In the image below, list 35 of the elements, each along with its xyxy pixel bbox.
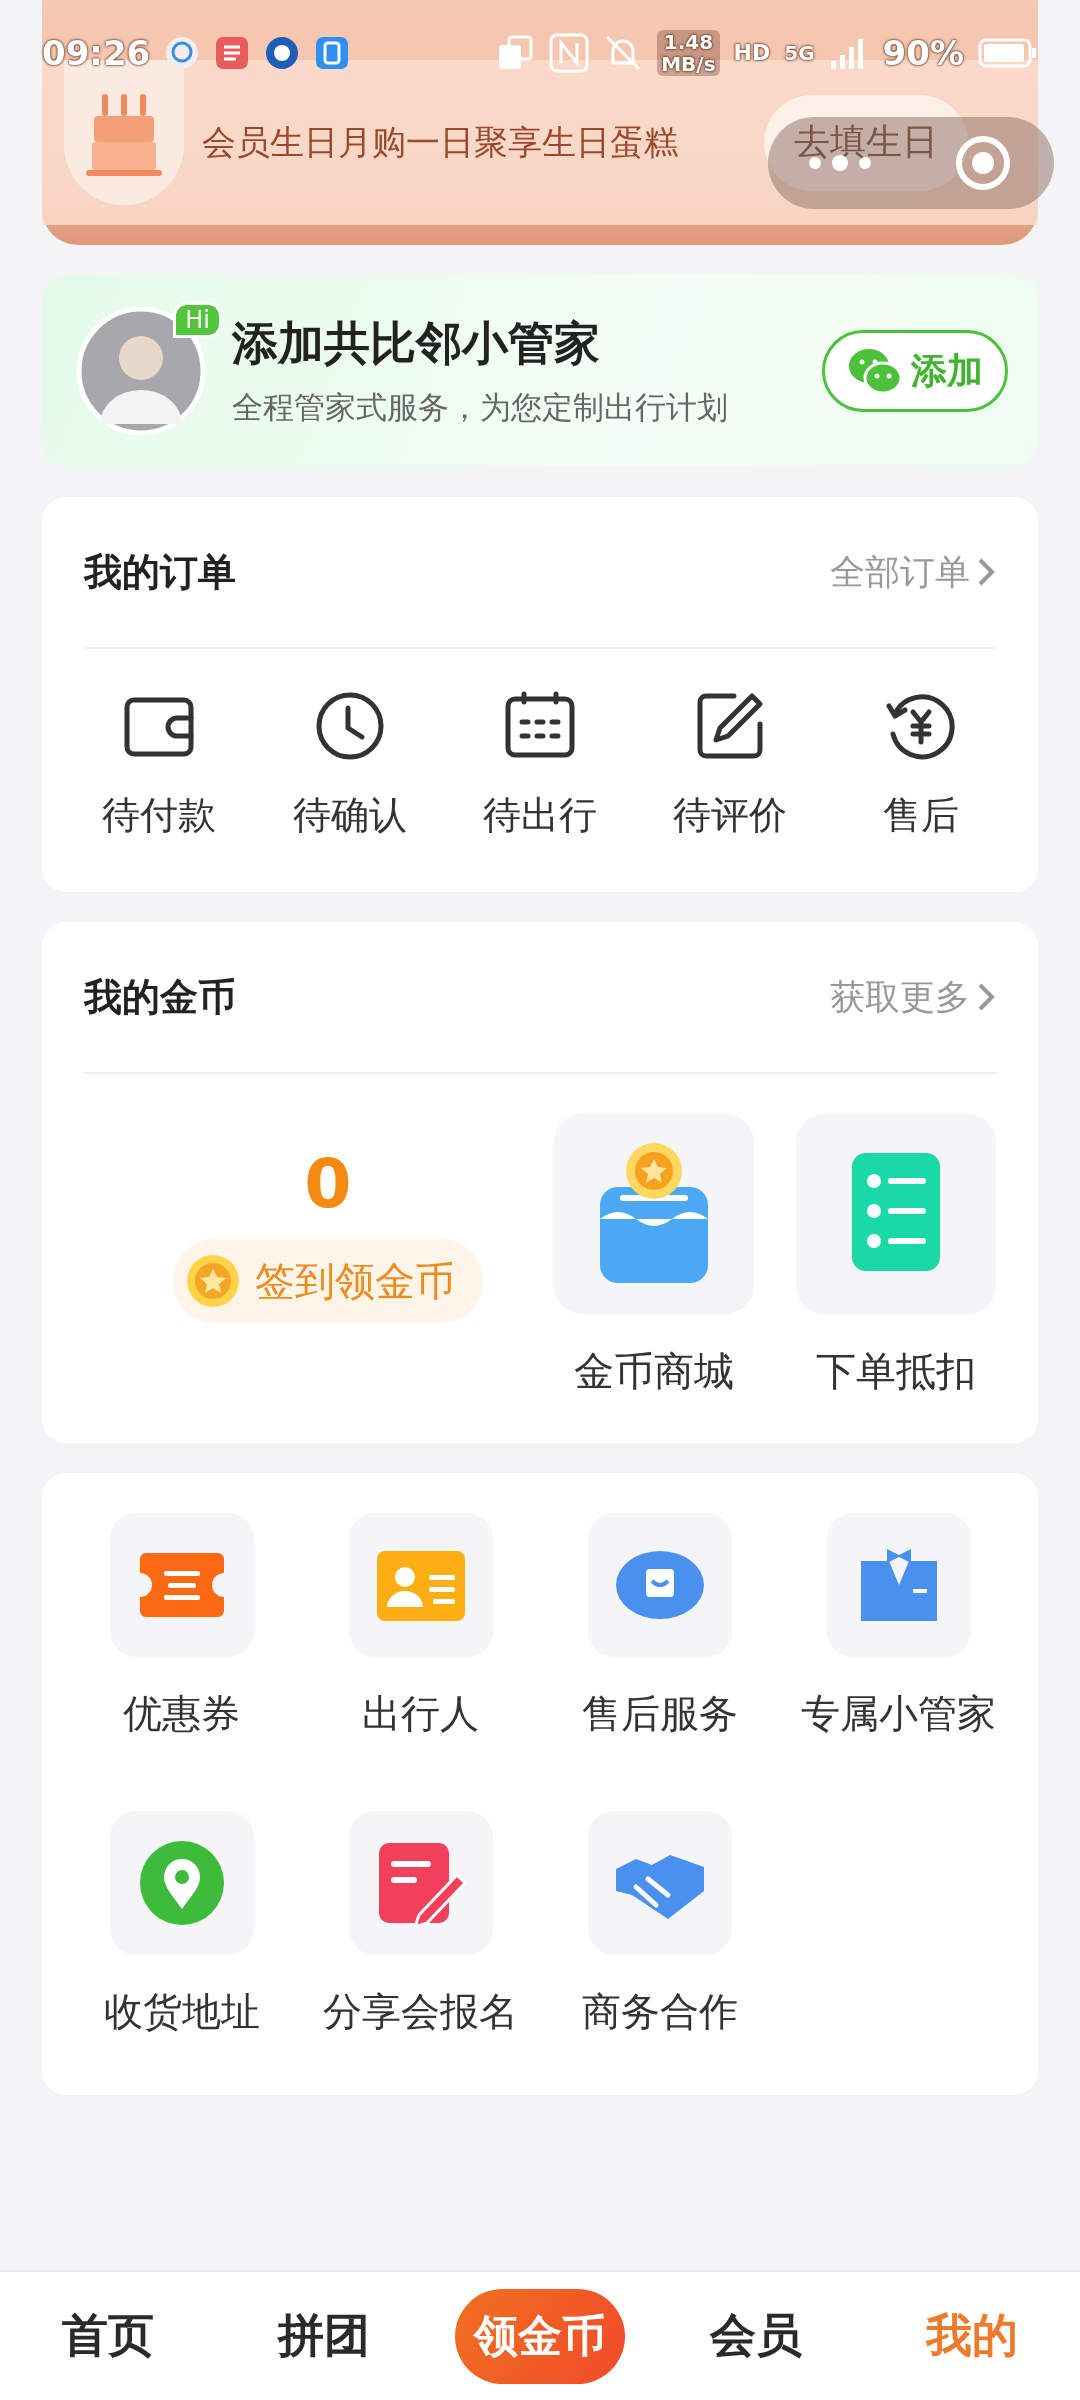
order-status-item[interactable]: 待确认 xyxy=(269,689,430,842)
chevron-right-icon xyxy=(976,981,996,1013)
service-item[interactable]: 出行人 xyxy=(301,1513,540,1741)
app-icon xyxy=(314,35,351,71)
network-speed: 1.48 xyxy=(663,32,714,52)
coin-balance: 0 xyxy=(304,1144,352,1223)
nav-tab[interactable]: 会员 xyxy=(671,2304,841,2368)
banner-text: 会员生日月购一日聚享生日蛋糕 xyxy=(202,120,679,164)
chevron-right-icon xyxy=(976,556,996,588)
close-icon xyxy=(954,135,1011,191)
service-item[interactable]: 售后服务 xyxy=(540,1513,779,1741)
speed-unit: MB/s xyxy=(661,54,716,74)
hd-label: HD xyxy=(733,42,771,64)
assistant-title: 添加共比邻小管家 xyxy=(232,315,601,372)
service-item[interactable]: 优惠券 xyxy=(62,1513,301,1741)
nav-tab[interactable]: 拼团 xyxy=(239,2304,409,2368)
nav-tab[interactable]: 首页 xyxy=(23,2304,193,2368)
order-status-item[interactable]: 售后 xyxy=(840,689,1001,842)
network-type: 5G xyxy=(784,43,815,63)
nfc-icon xyxy=(549,33,590,73)
assistant-subtitle: 全程管家式服务，为您定制出行计划 xyxy=(232,388,729,427)
status-time: 09:26 xyxy=(42,36,151,70)
order-status-item[interactable]: 待付款 xyxy=(79,689,240,842)
service-item[interactable]: 收货地址 xyxy=(62,1811,301,2039)
notepad-icon xyxy=(214,35,251,71)
service-item[interactable]: 专属小管家 xyxy=(779,1513,1018,1741)
order-status-item[interactable]: 待出行 xyxy=(459,689,620,842)
service-item[interactable]: 分享会报名 xyxy=(301,1811,540,2039)
section-title: 我的订单 xyxy=(84,548,236,596)
battery-percent: 90% xyxy=(882,36,964,70)
service-item[interactable]: 商务合作 xyxy=(540,1811,779,2039)
order-status-item[interactable]: 待评价 xyxy=(650,689,811,842)
hi-badge: Hi xyxy=(173,302,222,338)
battery-icon xyxy=(978,37,1038,69)
section-title: 我的金币 xyxy=(84,973,236,1021)
